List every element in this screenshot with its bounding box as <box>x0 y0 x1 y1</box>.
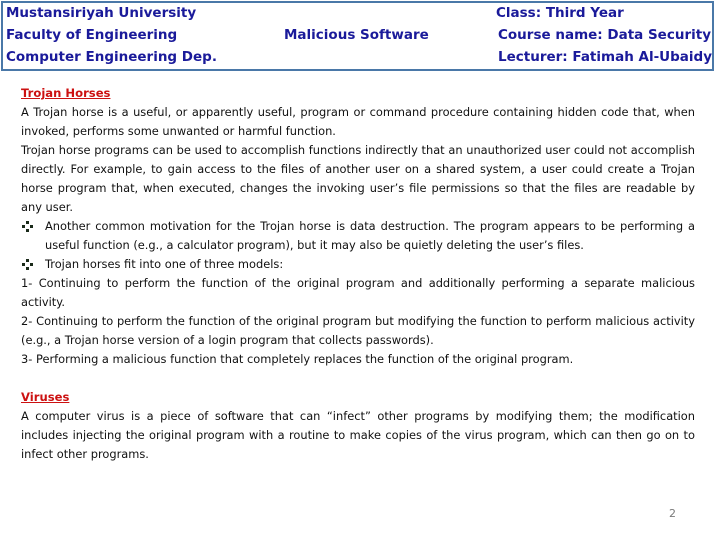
bullet-text: Trojan horses fit into one of three mode… <box>45 257 284 271</box>
section-title-trojan-horses: Trojan Horses <box>21 86 111 100</box>
course-name: Course name: Data Security <box>498 27 711 43</box>
university-name: Mustansiriyah University <box>6 5 197 21</box>
page-number: 2 <box>669 507 676 520</box>
trojan-usage-paragraph: Trojan horse programs can be used to acc… <box>21 143 695 214</box>
diamond-bullet-icon <box>21 217 35 236</box>
trojan-model-3: 3- Performing a malicious function that … <box>21 352 574 366</box>
class-label: Class: Third Year <box>496 5 624 21</box>
institution-info: Mustansiriyah University Faculty of Engi… <box>6 2 217 68</box>
lecturer-name: Lecturer: Fatimah Al-Ubaidy <box>498 49 713 65</box>
department-name: Computer Engineering Dep. <box>6 49 217 65</box>
section-title-viruses: Viruses <box>21 390 70 404</box>
virus-definition-paragraph: A computer virus is a piece of software … <box>21 409 695 461</box>
trojan-model-2: 2- Continuing to perform the function of… <box>21 314 695 347</box>
bullet-item: Trojan horses fit into one of three mode… <box>21 255 695 274</box>
lecture-title: Malicious Software <box>284 27 429 43</box>
trojan-model-1: 1- Continuing to perform the function of… <box>21 276 695 309</box>
slide-body: Trojan Horses A Trojan horse is a useful… <box>21 84 695 464</box>
course-info: Class: Third Year Course name: Data Secu… <box>496 2 712 68</box>
faculty-name: Faculty of Engineering <box>6 27 178 43</box>
bullet-text: Another common motivation for the Trojan… <box>45 219 695 252</box>
diamond-bullet-icon <box>21 255 35 274</box>
bullet-item: Another common motivation for the Trojan… <box>21 217 695 255</box>
trojan-definition-paragraph: A Trojan horse is a useful, or apparentl… <box>21 105 695 138</box>
